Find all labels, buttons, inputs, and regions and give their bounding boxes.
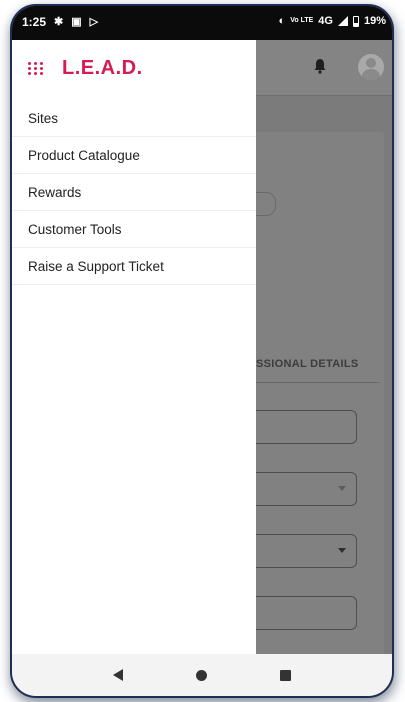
battery-icon xyxy=(352,15,359,27)
menu-item-rewards[interactable]: Rewards xyxy=(12,174,256,211)
apps-grid-icon[interactable] xyxy=(28,62,44,75)
bell-icon[interactable] xyxy=(313,58,327,74)
tab-professional-details[interactable]: SSIONAL DETAILS xyxy=(256,358,359,370)
status-right: ◐ Vo LTE 4G 19% xyxy=(279,15,386,27)
key-icon: ◐ xyxy=(278,15,286,27)
home-icon[interactable] xyxy=(195,669,207,681)
play-store-icon: ▷ xyxy=(89,16,99,28)
chevron-down-icon xyxy=(338,486,346,491)
menu-item-raise-support-ticket[interactable]: Raise a Support Ticket xyxy=(12,248,256,285)
menu-item-customer-tools[interactable]: Customer Tools xyxy=(12,211,256,248)
phone-frame: 1:25 ✱ ▣ ▷ ◐ Vo LTE 4G 19% SSIONAL DETAI… xyxy=(10,4,394,698)
brand-logo: L.E.A.D. xyxy=(62,56,143,79)
back-icon[interactable] xyxy=(112,669,123,681)
tab-underline xyxy=(256,382,380,383)
signal-icon xyxy=(337,16,348,26)
recents-icon[interactable] xyxy=(280,669,292,681)
avatar[interactable] xyxy=(358,54,384,80)
system-nav-bar xyxy=(12,654,392,696)
status-left: 1:25 ✱ ▣ ▷ xyxy=(22,15,98,29)
battery-text: 19% xyxy=(363,15,386,27)
gear-icon: ✱ xyxy=(54,16,64,28)
volte-label: Vo LTE xyxy=(290,17,314,24)
drawer-header: L.E.A.D. xyxy=(12,40,256,96)
network-label: 4G xyxy=(318,15,333,27)
menu-item-product-catalogue[interactable]: Product Catalogue xyxy=(12,137,256,174)
status-bar: 1:25 ✱ ▣ ▷ ◐ Vo LTE 4G 19% xyxy=(12,6,392,40)
drawer-menu: Sites Product Catalogue Rewards Customer… xyxy=(12,100,256,285)
navigation-drawer: L.E.A.D. Sites Product Catalogue Rewards… xyxy=(12,40,256,654)
menu-item-sites[interactable]: Sites xyxy=(12,100,256,137)
status-time: 1:25 xyxy=(22,15,47,29)
chevron-down-icon xyxy=(338,548,346,553)
screen-record-icon: ▣ xyxy=(71,16,82,28)
